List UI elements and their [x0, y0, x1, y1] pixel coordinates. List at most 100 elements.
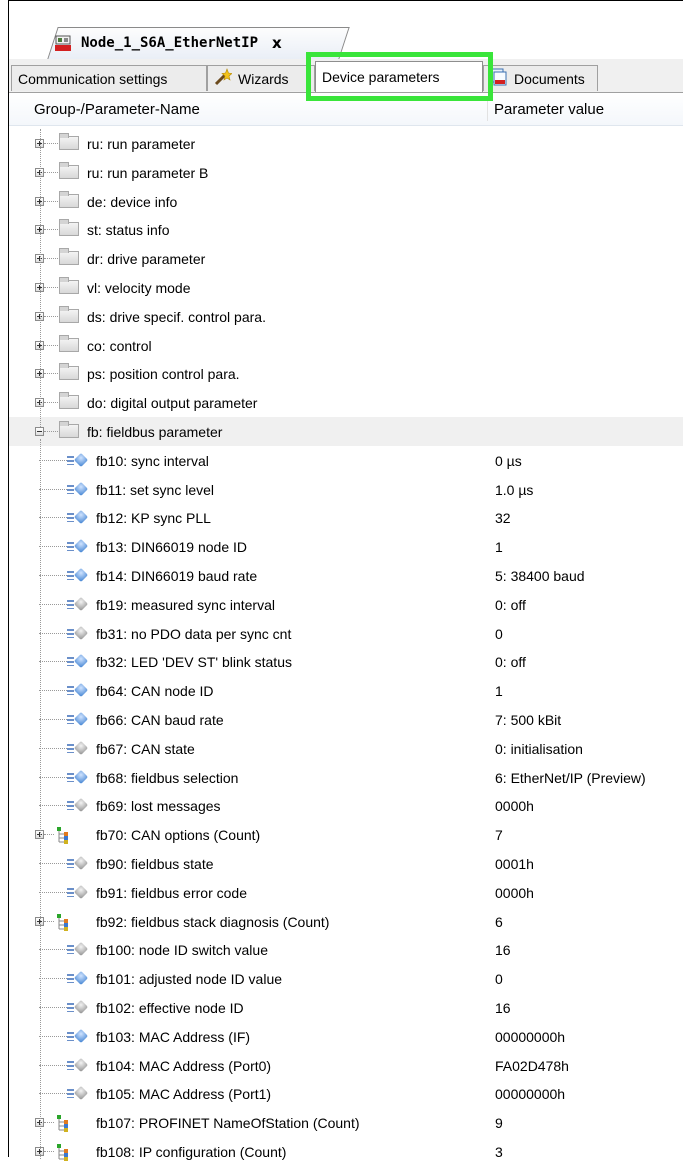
- tree-row-parameter[interactable]: fb103: MAC Address (IF) 00000000h: [9, 1022, 683, 1051]
- parameter-value: 0: [495, 625, 503, 642]
- parameter-name: fb101: adjusted node ID value: [96, 971, 283, 988]
- collapse-toggle[interactable]: [35, 427, 44, 436]
- tree-row-parameter[interactable]: fb102: effective node ID 16: [9, 993, 683, 1022]
- tree-row-group[interactable]: ds: drive specif. control para.: [9, 302, 683, 331]
- tree-row-parameter[interactable]: fb14: DIN66019 baud rate 5: 38400 baud: [9, 561, 683, 590]
- parameter-icon: [67, 798, 91, 813]
- tree-row-parameter[interactable]: fb69: lost messages 0000h: [9, 791, 683, 820]
- tree-row-parameter[interactable]: fb13: DIN66019 node ID 1: [9, 532, 683, 561]
- tree-row-parameter[interactable]: fb104: MAC Address (Port0) FA02D478h: [9, 1051, 683, 1080]
- tree-row-parameter[interactable]: fb68: fieldbus selection 6: EtherNet/IP (…: [9, 763, 683, 792]
- tree-row-parameter[interactable]: fb91: fieldbus error code 0000h: [9, 878, 683, 907]
- tree-row-group[interactable]: de: device info: [9, 187, 683, 216]
- tree-row-group[interactable]: ps: position control para.: [9, 359, 683, 388]
- tree-row-parameter[interactable]: fb19: measured sync interval 0: off: [9, 590, 683, 619]
- parameter-value: 5: 38400 baud: [495, 568, 585, 584]
- tab-label: Wizards: [238, 70, 289, 87]
- column-header-value[interactable]: Parameter value: [494, 101, 604, 118]
- tree-connector: [39, 546, 67, 548]
- parameter-icon: [67, 654, 91, 669]
- column-header-name[interactable]: Group-/Parameter-Name: [34, 101, 200, 118]
- parameter-value: 0000h: [495, 798, 534, 815]
- parameter-value: 9: [495, 1115, 503, 1132]
- parameter-name: fb66: CAN baud rate: [96, 712, 224, 728]
- parameter-value: 7: 500 kBit: [495, 712, 562, 728]
- tree-row-parameter[interactable]: fb11: set sync level 1.0 µs: [9, 475, 683, 504]
- tree-row-parameter[interactable]: fb90: fieldbus state 0001h: [9, 849, 683, 878]
- tree-connector: [39, 776, 67, 779]
- tree-row-parameter[interactable]: fb32: LED 'DEV ST' blink status 0: off: [9, 647, 683, 676]
- parameter-name: fb70: CAN options (Count): [96, 827, 261, 844]
- parameter-icon: [67, 625, 91, 641]
- parameter-name: fb100: node ID switch value: [96, 942, 268, 959]
- tree-connector: [44, 287, 58, 289]
- tree-row-group[interactable]: ru: run parameter: [9, 129, 683, 158]
- parameter-value: 7: [495, 827, 503, 844]
- tree-row-group[interactable]: do: digital output parameter: [9, 388, 683, 417]
- tree-row-subgroup[interactable]: fb92: fieldbus stack diagnosis (Count) 6: [9, 907, 683, 936]
- tree-row-subgroup[interactable]: fb107: PROFINET NameOfStation (Count) 9: [9, 1108, 683, 1137]
- tree-line: [40, 439, 41, 1159]
- tree-connector: [44, 402, 58, 404]
- parameter-icon: [67, 1028, 91, 1044]
- tree-row-parameter[interactable]: fb100: node ID switch value 16: [9, 935, 683, 964]
- tree-connector: [44, 143, 58, 145]
- group-name: ds: drive specif. control para.: [87, 308, 266, 325]
- tree-row-parameter[interactable]: fb64: CAN node ID 1: [9, 676, 683, 705]
- parameter-name: fb14: DIN66019 baud rate: [96, 568, 258, 584]
- tree-row-parameter[interactable]: fb66: CAN baud rate 7: 500 kBit: [9, 705, 683, 734]
- tree-connector: [39, 661, 67, 663]
- tree-row-group[interactable]: fb: fieldbus parameter: [9, 417, 683, 446]
- tree-row-parameter[interactable]: fb67: CAN state 0: initialisation: [9, 734, 683, 763]
- parameter-name: fb103: MAC Address (IF): [96, 1028, 251, 1045]
- tab-communication-settings[interactable]: Communication settings: [11, 65, 207, 91]
- tab-documents[interactable]: Documents: [483, 65, 598, 91]
- close-tab-button[interactable]: x: [272, 34, 282, 52]
- parameter-icon: [67, 683, 91, 698]
- parameter-name: fb11: set sync level: [96, 481, 215, 498]
- parameter-name: fb105: MAC Address (Port1): [96, 1086, 272, 1103]
- tree-connector: [39, 1064, 67, 1067]
- parameter-icon: [67, 971, 91, 986]
- tree-connector: [44, 373, 58, 375]
- tree-row-group[interactable]: st: status info: [9, 215, 683, 244]
- tree-connector: [39, 632, 67, 635]
- tab-wizards[interactable]: Wizards: [207, 65, 315, 91]
- parameter-icon: [67, 884, 91, 900]
- parameter-name: fb102: effective node ID: [96, 1000, 244, 1016]
- tree-connector: [39, 603, 67, 606]
- tree-connector: [44, 1122, 54, 1124]
- tree-connector: [39, 1007, 67, 1009]
- parameter-value: 3: [495, 1144, 503, 1160]
- parameter-icon: [67, 539, 91, 554]
- folder-icon: [59, 421, 79, 438]
- tab-label: Documents: [514, 70, 585, 87]
- parameter-name: fb68: fieldbus selection: [96, 769, 239, 786]
- tree-row-group[interactable]: co: control: [9, 331, 683, 360]
- tree-row-parameter[interactable]: fb12: KP sync PLL 32: [9, 503, 683, 532]
- tree-row-group[interactable]: dr: drive parameter: [9, 244, 683, 273]
- tree-row-parameter[interactable]: fb10: sync interval 0 µs: [9, 446, 683, 475]
- tree-row-group[interactable]: ru: run parameter B: [9, 158, 683, 187]
- tree-connector: [39, 690, 67, 692]
- group-name: vl: velocity mode: [87, 280, 191, 296]
- tree-row-parameter[interactable]: fb105: MAC Address (Port1) 00000000h: [9, 1079, 683, 1108]
- folder-icon: [59, 334, 79, 352]
- document-tab[interactable]: Node_1_S6A_EtherNetIP x: [35, 27, 350, 60]
- tree-row-group[interactable]: vl: velocity mode: [9, 273, 683, 302]
- tree-connector: [44, 834, 54, 836]
- tree-row-parameter[interactable]: fb31: no PDO data per sync cnt 0: [9, 619, 683, 648]
- parameter-icon: [67, 711, 91, 727]
- tree-row-subgroup[interactable]: fb70: CAN options (Count) 7: [9, 820, 683, 849]
- tree-connector: [44, 1151, 54, 1153]
- document-tab-title: Node_1_S6A_EtherNetIP: [81, 35, 259, 51]
- group-name: dr: drive parameter: [87, 251, 206, 268]
- tree-row-parameter[interactable]: fb101: adjusted node ID value 0: [9, 964, 683, 993]
- tree-connector: [39, 1093, 67, 1095]
- subgroup-icon: [56, 1114, 70, 1133]
- parameter-icon: [67, 855, 91, 871]
- parameter-name: fb92: fieldbus stack diagnosis (Count): [96, 913, 330, 930]
- tree-row-subgroup[interactable]: fb108: IP configuration (Count) 3: [9, 1137, 683, 1166]
- parameter-name: fb104: MAC Address (Port0): [96, 1057, 272, 1074]
- tree-connector: [44, 171, 58, 174]
